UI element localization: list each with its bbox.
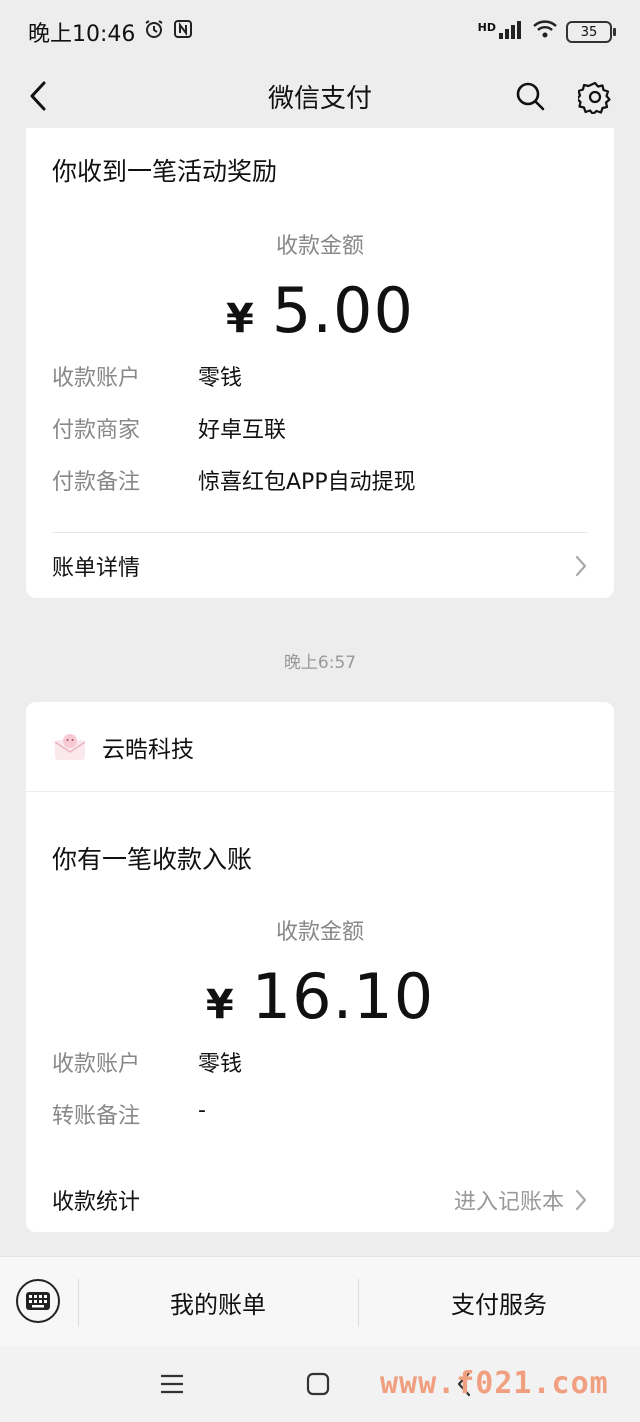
system-nav-bar: www.f021.com [0,1346,640,1422]
home-button[interactable] [302,1368,334,1400]
chevron-right-icon [575,1189,587,1211]
back-button[interactable] [20,78,56,114]
row-value: - [198,1098,206,1123]
search-icon [516,82,545,111]
row-key: 收款账户 [52,366,141,391]
bottom-menu-bar: 我的账单 支付服务 [0,1256,640,1347]
signal-icon [498,19,524,45]
status-right: HD 35 [477,19,616,45]
row-key: 付款商家 [52,418,141,443]
currency-symbol: ¥ [205,982,234,1028]
payment-services-tab[interactable]: 支付服务 [358,1257,640,1347]
row-value: 好卓互联 [198,418,287,443]
payment-stats-link[interactable]: 收款统计 进入记账本 [52,1170,588,1230]
home-square-icon [306,1372,330,1396]
menu-icon [161,1374,183,1394]
row-key: 收款账户 [52,1052,141,1077]
status-bar: 晚上10:46 HD 35 [0,0,640,64]
detail-row: 转账备注 - [52,1098,588,1138]
merchant-logo [50,726,90,767]
ledger-link-label: 进入记账本 [453,1190,564,1215]
amount-label: 收款金额 [275,920,364,945]
envelope-icon [54,733,86,760]
amount-label: 收款金额 [275,234,364,259]
amount-value: 5.00 [271,274,414,347]
link-label: 账单详情 [52,556,141,581]
status-left: 晚上10:46 [28,16,193,48]
keyboard-toggle-button[interactable] [16,1279,60,1323]
row-key: 转账备注 [52,1104,141,1129]
settings-button[interactable] [576,78,614,116]
search-button[interactable] [512,78,548,114]
detail-row: 付款商家 好卓互联 [52,412,588,452]
gear-icon [578,81,611,114]
row-value: 零钱 [198,366,243,391]
card-title: 你有一笔收款入账 [52,845,253,874]
amount-value: 16.10 [251,960,435,1033]
card-title: 你收到一笔活动奖励 [52,157,278,186]
my-bills-tab[interactable]: 我的账单 [78,1257,358,1347]
chevron-right-icon [575,555,587,577]
merchant-header[interactable]: 云晧科技 [26,702,614,792]
divider [52,532,588,533]
alarm-icon [143,18,165,46]
link-right [574,554,588,578]
row-value: 零钱 [198,1052,243,1077]
watermark: www.f021.com [380,1366,609,1401]
wifi-icon [532,19,558,45]
payment-card: 云晧科技 你有一笔收款入账 收款金额 ¥ 16.10 收款账户 零钱 转账备注 … [26,702,614,1232]
message-timestamp: 晚上6:57 [283,653,357,673]
keyboard-icon [26,1292,50,1310]
bill-details-link[interactable]: 账单详情 [52,536,588,596]
page-title: 微信支付 [267,83,372,114]
detail-row: 收款账户 零钱 [52,360,588,400]
merchant-name: 云晧科技 [102,736,194,763]
amount-display: ¥ 5.00 [26,274,614,347]
detail-row: 付款备注 惊喜红包APP自动提现 [52,464,588,504]
currency-symbol: ¥ [226,296,254,342]
row-value: 惊喜红包APP自动提现 [198,470,416,495]
network-label: HD [477,21,496,34]
row-key: 付款备注 [52,470,141,495]
detail-row: 收款账户 零钱 [52,1046,588,1086]
battery-indicator: 35 [566,21,616,43]
chevron-left-icon [30,81,46,111]
reward-card: 你收到一笔活动奖励 收款金额 ¥ 5.00 收款账户 零钱 付款商家 好卓互联 … [26,128,614,598]
amount-display: ¥ 16.10 [26,960,614,1033]
menu-button[interactable] [156,1368,188,1400]
link-right: 进入记账本 [454,1184,588,1216]
nav-bar: 微信支付 [0,64,640,128]
status-time: 晚上10:46 [28,22,136,47]
link-label: 收款统计 [52,1190,141,1215]
nfc-icon [173,19,193,45]
